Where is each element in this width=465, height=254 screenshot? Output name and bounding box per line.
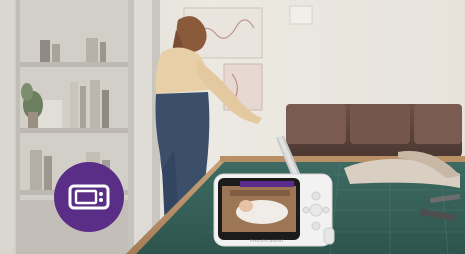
device-brand-text: PHILIPS AVENT bbox=[250, 238, 285, 243]
monitor-screen-header bbox=[240, 181, 294, 187]
feature-badge bbox=[54, 162, 124, 232]
sofa bbox=[286, 104, 462, 158]
baby-monitor-icon bbox=[68, 184, 110, 210]
product-photo: PHILIPS AVENT bbox=[0, 0, 465, 254]
